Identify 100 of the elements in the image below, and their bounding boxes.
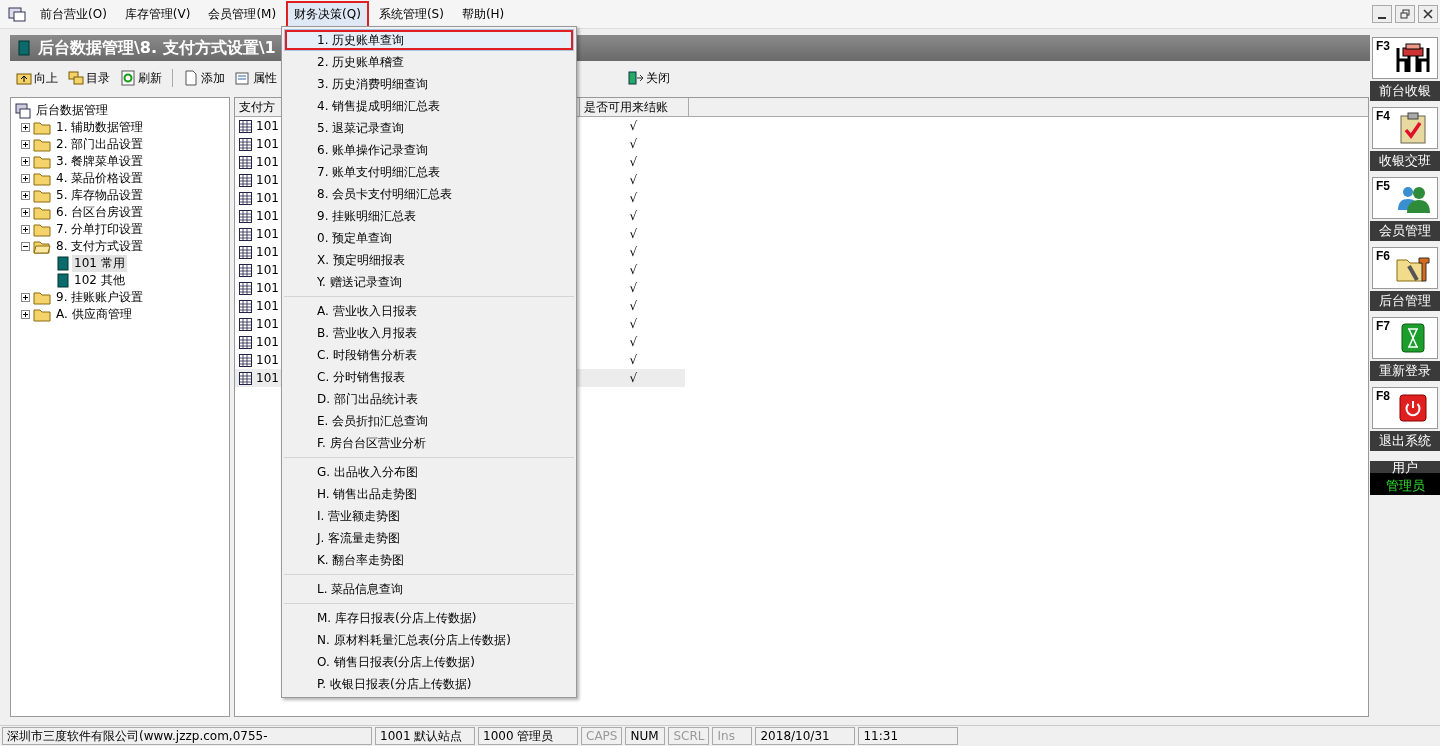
menu-item[interactable]: C. 时段销售分析表 — [284, 344, 574, 366]
menu-item[interactable]: Y. 赠送记录查询 — [284, 271, 574, 293]
function-label: 收银交班 — [1370, 151, 1440, 171]
menu-item[interactable]: 2. 历史账单稽查 — [284, 51, 574, 73]
menu-item[interactable]: 0. 预定单查询 — [284, 227, 574, 249]
expand-toggle[interactable] — [21, 123, 30, 132]
folder-icon — [33, 154, 51, 169]
tree-item[interactable]: 101 常用 — [72, 255, 127, 272]
toolbar-button[interactable]: 属性 — [231, 67, 281, 89]
tree-item[interactable]: 6. 台区台房设置 — [54, 204, 146, 221]
menu-item[interactable]: O. 销售日报表(分店上传数据) — [284, 651, 574, 673]
menu-item[interactable]: 8. 会员卡支付明细汇总表 — [284, 183, 574, 205]
menu-bar-item[interactable]: 系统管理(S) — [370, 0, 452, 28]
menu-item[interactable]: C. 分时销售报表 — [284, 366, 574, 388]
tree-item[interactable]: 8. 支付方式设置 — [54, 238, 146, 255]
status-time: 11:31 — [858, 727, 959, 745]
tree-item[interactable]: 4. 菜品价格设置 — [54, 170, 146, 187]
expand-toggle[interactable] — [21, 225, 30, 234]
menu-item[interactable]: L. 菜品信息查询 — [284, 578, 574, 600]
expand-toggle[interactable] — [21, 174, 30, 183]
menu-item[interactable]: E. 会员折扣汇总查询 — [284, 410, 574, 432]
table-cell: 101 — [256, 353, 279, 367]
minimize-button[interactable] — [1372, 5, 1392, 23]
expand-toggle[interactable] — [21, 310, 30, 319]
menu-item[interactable]: M. 库存日报表(分店上传数据) — [284, 607, 574, 629]
tree-item[interactable]: 9. 挂账账户设置 — [54, 289, 146, 306]
tree-item[interactable]: 2. 部门出品设置 — [54, 136, 146, 153]
tree-item[interactable]: 102 其他 — [72, 272, 127, 289]
expand-toggle[interactable] — [21, 157, 30, 166]
toolbar-button[interactable]: 添加 — [179, 67, 229, 89]
function-key-button[interactable]: F4 — [1372, 107, 1438, 149]
toolbar-button[interactable]: 刷新 — [116, 67, 166, 89]
expand-toggle[interactable] — [21, 293, 30, 302]
function-label: 重新登录 — [1370, 361, 1440, 381]
menu-item[interactable]: G. 出品收入分布图 — [284, 461, 574, 483]
user-label: 用户 — [1392, 459, 1418, 477]
menu-item[interactable]: 6. 账单操作记录查询 — [284, 139, 574, 161]
tree-item[interactable]: A. 供应商管理 — [54, 306, 134, 323]
function-key-button[interactable]: F8 — [1372, 387, 1438, 429]
menu-item[interactable]: 1. 历史账单查询 — [284, 29, 574, 51]
check-mark: √ — [629, 119, 638, 133]
function-label: 后台管理 — [1370, 291, 1440, 311]
dining-table-icon — [1395, 42, 1431, 74]
menu-bar-item[interactable]: 财务决策(Q) — [286, 0, 369, 28]
menu-item[interactable]: N. 原材料耗量汇总表(分店上传数据) — [284, 629, 574, 651]
menu-bar-item[interactable]: 帮助(H) — [453, 0, 513, 28]
expand-toggle[interactable] — [21, 208, 30, 217]
key-label: F5 — [1376, 179, 1390, 193]
menu-item[interactable]: J. 客流量走势图 — [284, 527, 574, 549]
toolbar-button[interactable]: 关闭 — [624, 67, 674, 89]
app-icon — [8, 6, 26, 22]
tree-item[interactable]: 7. 分单打印设置 — [54, 221, 146, 238]
toolbar-button[interactable]: 向上 — [12, 67, 62, 89]
menu-item[interactable]: H. 销售出品走势图 — [284, 483, 574, 505]
menu-bar-item[interactable]: 会员管理(M) — [200, 0, 285, 28]
menu-item[interactable]: F. 房台台区营业分析 — [284, 432, 574, 454]
tree-item[interactable]: 5. 库存物品设置 — [54, 187, 146, 204]
grid-icon — [239, 263, 252, 277]
menu-bar-item[interactable]: 库存管理(V) — [116, 0, 199, 28]
grid-icon — [239, 137, 252, 151]
function-key-button[interactable]: F5 — [1372, 177, 1438, 219]
grid-icon — [239, 317, 252, 331]
close-button[interactable] — [1418, 5, 1438, 23]
folder-icon — [33, 205, 51, 220]
table-cell: 101 — [256, 173, 279, 187]
folder-icon — [33, 188, 51, 203]
table-cell: 101 — [256, 155, 279, 169]
menu-item[interactable]: 5. 退菜记录查询 — [284, 117, 574, 139]
tree-item[interactable]: 3. 餐牌菜单设置 — [54, 153, 146, 170]
toolbar-button[interactable]: 目录 — [64, 67, 114, 89]
function-label: 前台收银 — [1370, 81, 1440, 101]
tree-item[interactable]: 后台数据管理 — [34, 102, 110, 119]
table-cell: 101 — [256, 263, 279, 277]
function-label: 会员管理 — [1370, 221, 1440, 241]
menu-item[interactable]: B. 营业收入月报表 — [284, 322, 574, 344]
menu-item[interactable]: D. 部门出品统计表 — [284, 388, 574, 410]
menu-item[interactable]: 9. 挂账明细汇总表 — [284, 205, 574, 227]
expand-toggle[interactable] — [21, 140, 30, 149]
menu-item[interactable]: X. 预定明细报表 — [284, 249, 574, 271]
function-key-button[interactable]: F3 — [1372, 37, 1438, 79]
key-label: F6 — [1376, 249, 1390, 263]
collapse-toggle[interactable] — [21, 242, 30, 251]
menu-item[interactable]: I. 营业额走势图 — [284, 505, 574, 527]
folder-icon — [33, 307, 51, 322]
check-mark: √ — [629, 137, 638, 151]
menu-item[interactable]: 3. 历史消费明细查询 — [284, 73, 574, 95]
menu-item[interactable]: K. 翻台率走势图 — [284, 549, 574, 571]
function-key-button[interactable]: F6 — [1372, 247, 1438, 289]
menu-item[interactable]: P. 收银日报表(分店上传数据) — [284, 673, 574, 695]
expand-toggle[interactable] — [21, 191, 30, 200]
column-header[interactable]: 是否可用来结账 — [580, 98, 689, 116]
function-key-button[interactable]: F7 — [1372, 317, 1438, 359]
menu-item[interactable]: A. 营业收入日报表 — [284, 300, 574, 322]
check-mark: √ — [629, 173, 638, 187]
key-label: F7 — [1376, 319, 1390, 333]
menu-bar-item[interactable]: 前台营业(O) — [32, 0, 115, 28]
menu-item[interactable]: 4. 销售提成明细汇总表 — [284, 95, 574, 117]
menu-item[interactable]: 7. 账单支付明细汇总表 — [284, 161, 574, 183]
restore-button[interactable] — [1395, 5, 1415, 23]
tree-item[interactable]: 1. 辅助数据管理 — [54, 119, 146, 136]
